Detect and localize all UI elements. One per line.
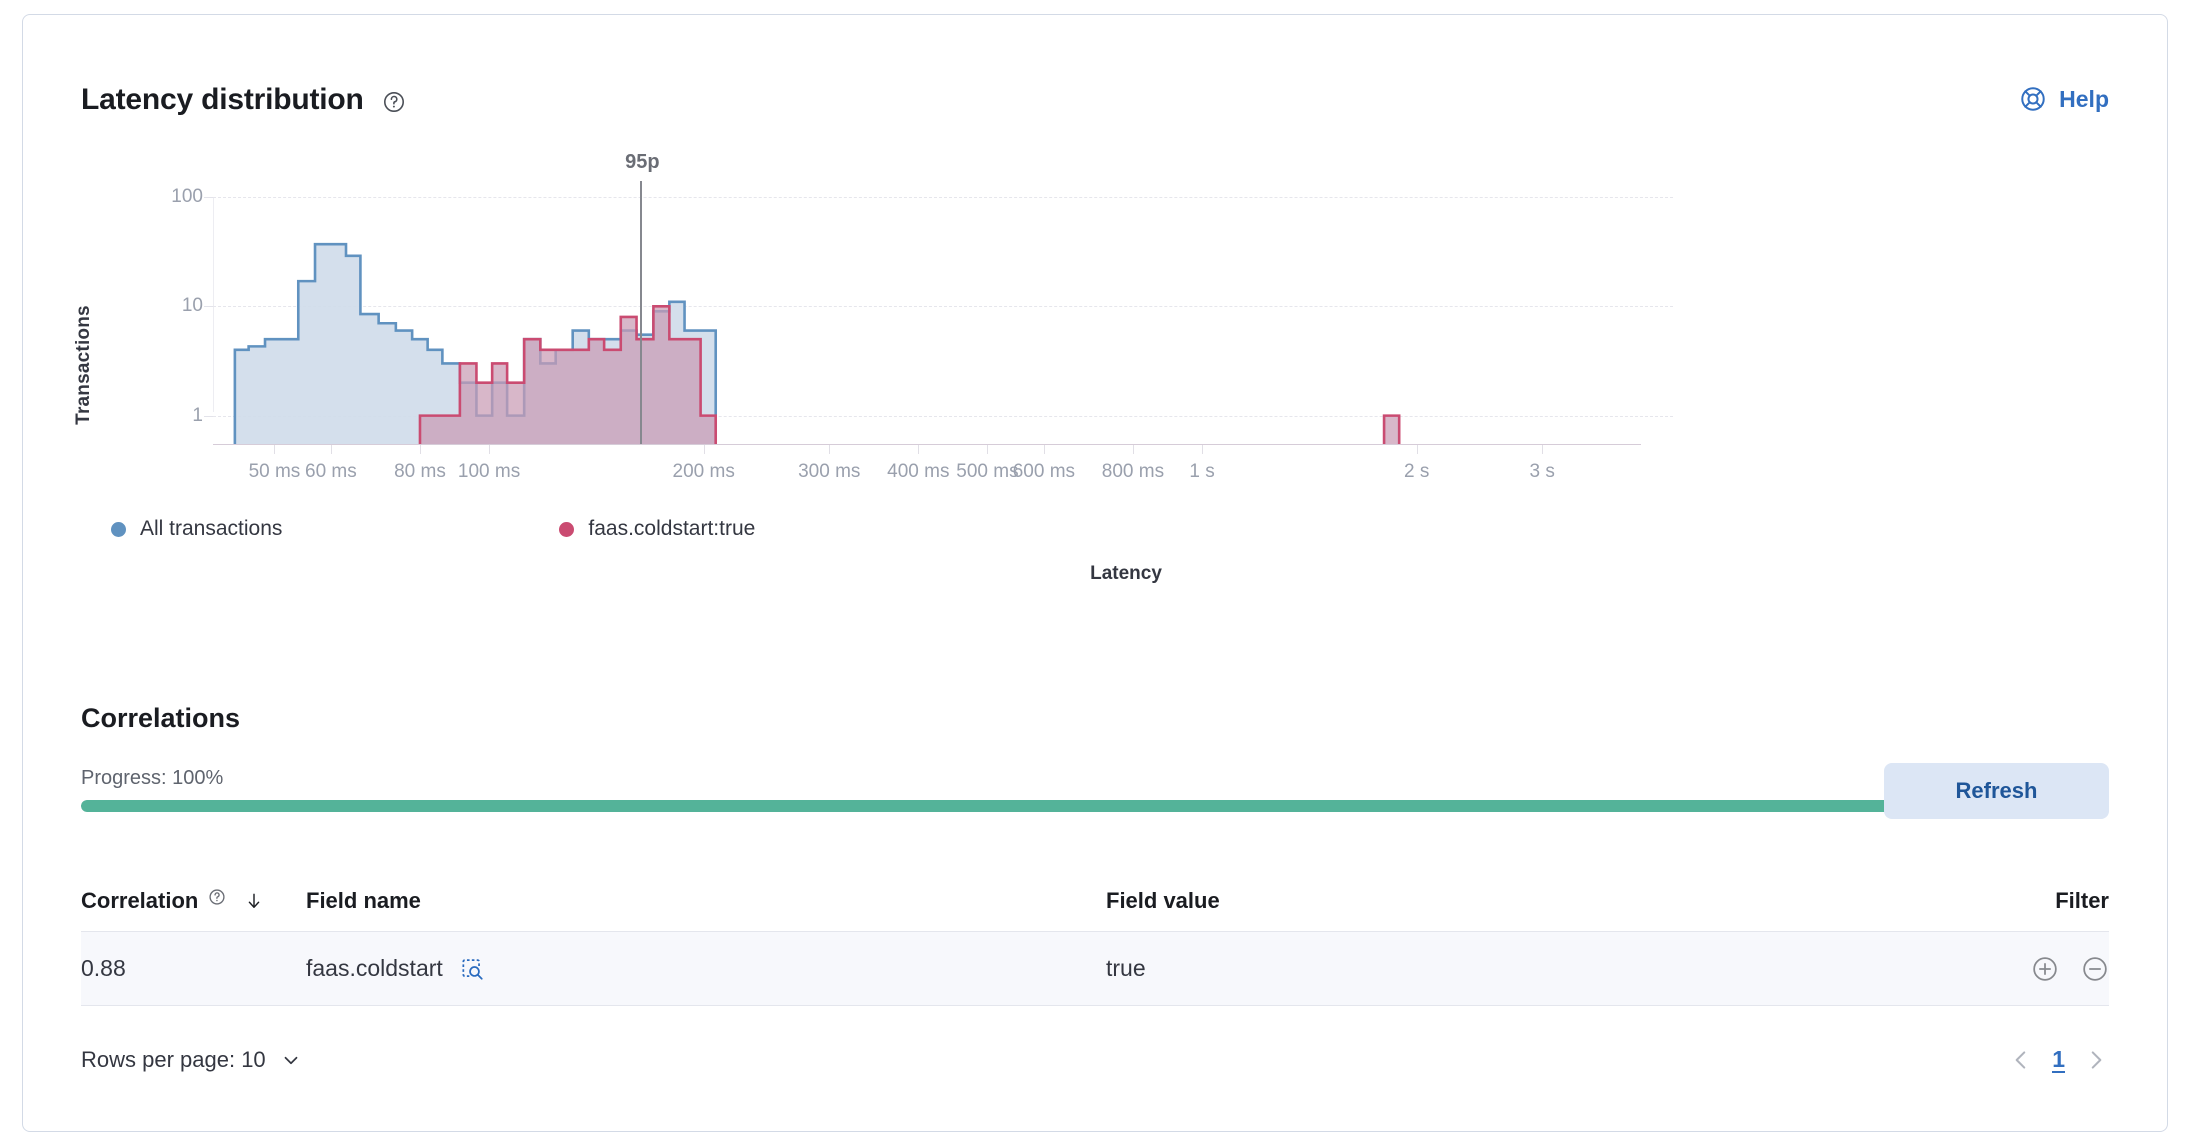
- histogram-area: [1384, 416, 1399, 444]
- correlation-value: 0.88: [81, 955, 126, 982]
- x-tick-mark: [1133, 445, 1134, 454]
- x-tick-label: 600 ms: [1013, 461, 1075, 483]
- inspect-magnify-icon[interactable]: [459, 956, 485, 982]
- legend-spacer: [282, 517, 559, 541]
- x-tick-label: 80 ms: [394, 461, 446, 483]
- column-header-filter: Filter: [1909, 888, 2109, 914]
- arrow-down-icon[interactable]: [244, 890, 264, 912]
- x-tick-mark: [420, 445, 421, 454]
- table-row[interactable]: 0.88 faas.coldstart true: [81, 932, 2109, 1006]
- y-tick-mark: [204, 197, 213, 198]
- x-tick-label: 2 s: [1404, 461, 1429, 483]
- x-tick-mark: [918, 445, 919, 454]
- table-footer: Rows per page: 10 1: [81, 1025, 2109, 1095]
- x-tick-mark: [704, 445, 705, 454]
- latency-distribution-panel: Latency distribution Help Transactions L…: [22, 14, 2168, 1132]
- x-tick-mark: [1542, 445, 1543, 454]
- x-tick-label: 100 ms: [458, 461, 520, 483]
- cell-filter-actions: [1909, 955, 2109, 983]
- progress-bar: [81, 800, 1901, 812]
- help-link-label: Help: [2059, 86, 2109, 113]
- chevron-left-icon[interactable]: [2008, 1047, 2034, 1073]
- x-tick-label: 1 s: [1189, 461, 1214, 483]
- help-link[interactable]: Help: [2019, 85, 2109, 113]
- x-tick-mark: [829, 445, 830, 454]
- x-tick-mark: [1044, 445, 1045, 454]
- x-tick-label: 60 ms: [305, 461, 357, 483]
- column-header-label: Field value: [1106, 888, 1220, 913]
- x-tick-label: 200 ms: [673, 461, 735, 483]
- y-axis-title: Transactions: [73, 265, 95, 465]
- panel-header: Latency distribution Help: [81, 83, 2109, 127]
- page-number-1[interactable]: 1: [2052, 1047, 2065, 1073]
- legend-item-all-transactions[interactable]: All transactions: [111, 517, 282, 541]
- x-tick-mark: [274, 445, 275, 454]
- plus-circle-icon[interactable]: [2031, 955, 2059, 983]
- lifebuoy-icon: [2019, 85, 2047, 113]
- table-header-row: Correlation Field name F: [81, 870, 2109, 932]
- legend-label: faas.coldstart:true: [588, 517, 755, 541]
- progress-label: Progress: 100%: [81, 767, 223, 790]
- x-tick-label: 50 ms: [249, 461, 301, 483]
- y-tick-mark: [204, 416, 213, 417]
- y-tick-label: 100: [171, 186, 203, 208]
- percentile-marker-label: 95p: [625, 151, 659, 174]
- x-tick-label: 400 ms: [887, 461, 949, 483]
- cell-correlation: 0.88: [81, 955, 306, 982]
- y-tick-mark: [204, 306, 213, 307]
- y-tick-label: 1: [192, 405, 203, 427]
- question-circle-icon[interactable]: [208, 888, 226, 906]
- column-header-label: Field name: [306, 888, 421, 914]
- column-header-field-name[interactable]: Field name: [306, 888, 1106, 914]
- chevron-right-icon[interactable]: [2083, 1047, 2109, 1073]
- latency-histogram-chart: Transactions Latency 110100 50 ms60 ms80…: [81, 165, 2111, 595]
- x-tick-label: 3 s: [1530, 461, 1555, 483]
- x-tick-mark: [1417, 445, 1418, 454]
- column-header-correlation[interactable]: Correlation: [81, 888, 306, 914]
- column-header-field-value[interactable]: Field value: [1106, 888, 1909, 914]
- x-tick-label: 500 ms: [956, 461, 1018, 483]
- plot-area: 110100 50 ms60 ms80 ms100 ms200 ms300 ms…: [213, 197, 1641, 412]
- legend-item-faas-coldstart-true[interactable]: faas.coldstart:true: [559, 517, 755, 541]
- x-tick-label: 800 ms: [1102, 461, 1164, 483]
- x-tick-mark: [987, 445, 988, 454]
- column-header-label: Filter: [2055, 888, 2109, 914]
- progress-bar-fill: [81, 800, 1901, 812]
- percentile-marker-line: [640, 181, 642, 444]
- legend-color-dot: [111, 522, 126, 537]
- x-axis-title: Latency: [81, 563, 2111, 585]
- correlations-table: Correlation Field name F: [81, 870, 2109, 1006]
- chevron-down-icon: [280, 1049, 302, 1071]
- histogram-svg: [213, 197, 1641, 445]
- pagination: 1: [2008, 1047, 2109, 1073]
- refresh-button[interactable]: Refresh: [1884, 763, 2109, 819]
- y-tick-label: 10: [182, 295, 203, 317]
- minus-circle-icon[interactable]: [2081, 955, 2109, 983]
- cell-field-name: faas.coldstart: [306, 955, 1106, 982]
- column-header-label: Correlation: [81, 888, 198, 914]
- field-name-value: faas.coldstart: [306, 955, 443, 982]
- question-circle-icon[interactable]: [382, 90, 406, 114]
- rows-per-page-selector[interactable]: Rows per page: 10: [81, 1047, 302, 1073]
- page-title: Latency distribution: [81, 83, 364, 117]
- legend-color-dot: [559, 522, 574, 537]
- legend-label: All transactions: [140, 517, 282, 541]
- correlations-heading: Correlations: [81, 703, 240, 734]
- cell-field-value: true: [1106, 955, 1909, 982]
- x-tick-mark: [489, 445, 490, 454]
- x-tick-mark: [1202, 445, 1203, 454]
- rows-per-page-label: Rows per page: 10: [81, 1047, 266, 1073]
- chart-legend: All transactions faas.coldstart:true: [111, 517, 755, 541]
- x-tick-mark: [331, 445, 332, 454]
- x-tick-label: 300 ms: [798, 461, 860, 483]
